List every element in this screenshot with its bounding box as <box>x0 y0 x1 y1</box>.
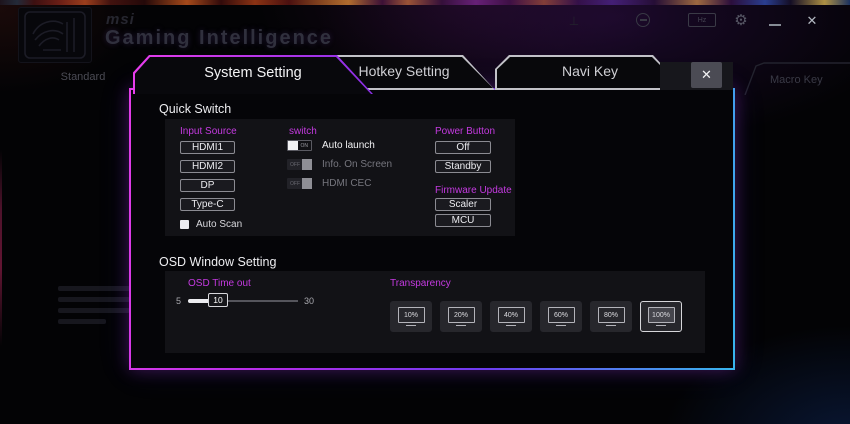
toggle-state-text: ON <box>301 143 312 149</box>
monitor-icon: 60% <box>548 307 575 323</box>
background-tab-macro-key[interactable]: Macro Key <box>744 62 850 95</box>
toggle-knob <box>302 159 312 170</box>
dialog-close-button[interactable]: ✕ <box>691 62 722 88</box>
auto-launch-label: Auto launch <box>322 140 375 151</box>
monitor-icon: 40% <box>498 307 525 323</box>
msi-wordmark: msi <box>106 11 135 28</box>
background-tab-standard[interactable]: Standard <box>28 66 138 88</box>
slider-handle[interactable]: 10 <box>208 293 228 307</box>
slider-min-label: 5 <box>176 296 181 306</box>
monitor-stand <box>556 325 566 326</box>
auto-scan-checkbox[interactable] <box>180 220 189 229</box>
transparency-label: Transparency <box>390 278 451 289</box>
tab-navi-key[interactable]: Navi Key <box>495 55 685 90</box>
app-window: msi Gaming Intelligence Standard Macro K… <box>0 0 850 424</box>
transparency-60-button[interactable]: 60% <box>540 301 582 332</box>
background-description-text <box>58 286 130 330</box>
auto-scan-label: Auto Scan <box>196 219 242 230</box>
toggle-state-text: OFF <box>287 181 300 187</box>
app-title: Gaming Intelligence <box>105 27 333 50</box>
hdmi-cec-row: OFF HDMI CEC <box>287 178 371 189</box>
monitor-stand <box>656 325 666 326</box>
msi-emblem-logo <box>18 7 92 63</box>
monitor-icon: 20% <box>448 307 475 323</box>
transparency-20-button[interactable]: 20% <box>440 301 482 332</box>
tab-navi-key-label: Navi Key <box>497 57 683 88</box>
firmware-update-label: Firmware Update <box>435 185 512 196</box>
power-off-button[interactable]: Off <box>435 141 491 154</box>
transparency-80-button[interactable]: 80% <box>590 301 632 332</box>
transparency-options: 10% 20% 40% 60% 80% 100% <box>390 301 682 332</box>
quick-switch-heading: Quick Switch <box>159 102 231 116</box>
update-icon[interactable]: ⊥ <box>566 13 582 29</box>
monitor-icon: 100% <box>648 307 675 323</box>
info-on-screen-toggle[interactable]: OFF <box>287 159 312 170</box>
monitor-stand <box>406 325 416 326</box>
slider-max-label: 30 <box>304 296 314 306</box>
input-dp-button[interactable]: DP <box>180 179 235 192</box>
background-tab-macro-label: Macro Key <box>770 74 823 86</box>
transparency-40-button[interactable]: 40% <box>490 301 532 332</box>
transparency-100-button[interactable]: 100% <box>640 301 682 332</box>
info-on-screen-row: OFF Info. On Screen <box>287 159 392 170</box>
toggle-knob <box>302 178 312 189</box>
switch-group-label: switch <box>289 126 317 137</box>
power-button-label: Power Button <box>435 126 495 137</box>
toggle-state-text: OFF <box>287 162 300 168</box>
monitor-icon: 80% <box>598 307 625 323</box>
osd-window-setting-heading: OSD Window Setting <box>159 255 276 269</box>
app-close-icon[interactable]: ✕ <box>804 13 820 29</box>
input-hdmi1-button[interactable]: HDMI1 <box>180 141 235 154</box>
toggle-knob <box>288 141 298 150</box>
background-edge-light <box>0 150 2 346</box>
osd-timeout-slider: 5 10 30 <box>176 292 321 312</box>
osd-timeout-label: OSD Time out <box>188 278 251 289</box>
settings-gear-icon[interactable]: ⚙ <box>732 11 750 29</box>
firmware-scaler-button[interactable]: Scaler <box>435 198 491 211</box>
auto-scan-checkbox-row[interactable]: Auto Scan <box>180 219 242 230</box>
tab-system-setting-label: System Setting <box>135 57 371 94</box>
monitor-stand <box>506 325 516 326</box>
firmware-mcu-button[interactable]: MCU <box>435 214 491 227</box>
hdmi-cec-label: HDMI CEC <box>322 178 371 189</box>
monitor-stand <box>456 325 466 326</box>
tab-system-setting[interactable]: System Setting <box>133 55 373 94</box>
monitor-stand <box>606 325 616 326</box>
input-hdmi2-button[interactable]: HDMI2 <box>180 160 235 173</box>
monitor-icon: 10% <box>398 307 425 323</box>
auto-launch-row: ON Auto launch <box>287 140 375 151</box>
minimize-icon[interactable] <box>768 13 782 29</box>
account-icon[interactable] <box>636 13 650 27</box>
auto-launch-toggle[interactable]: ON <box>287 140 312 151</box>
transparency-10-button[interactable]: 10% <box>390 301 432 332</box>
input-type-c-button[interactable]: Type-C <box>180 198 235 211</box>
hdmi-cec-toggle[interactable]: OFF <box>287 178 312 189</box>
info-on-screen-label: Info. On Screen <box>322 159 392 170</box>
refresh-rate-icon[interactable]: Hz <box>688 13 716 27</box>
input-source-label: Input Source <box>180 126 237 137</box>
power-standby-button[interactable]: Standby <box>435 160 491 173</box>
